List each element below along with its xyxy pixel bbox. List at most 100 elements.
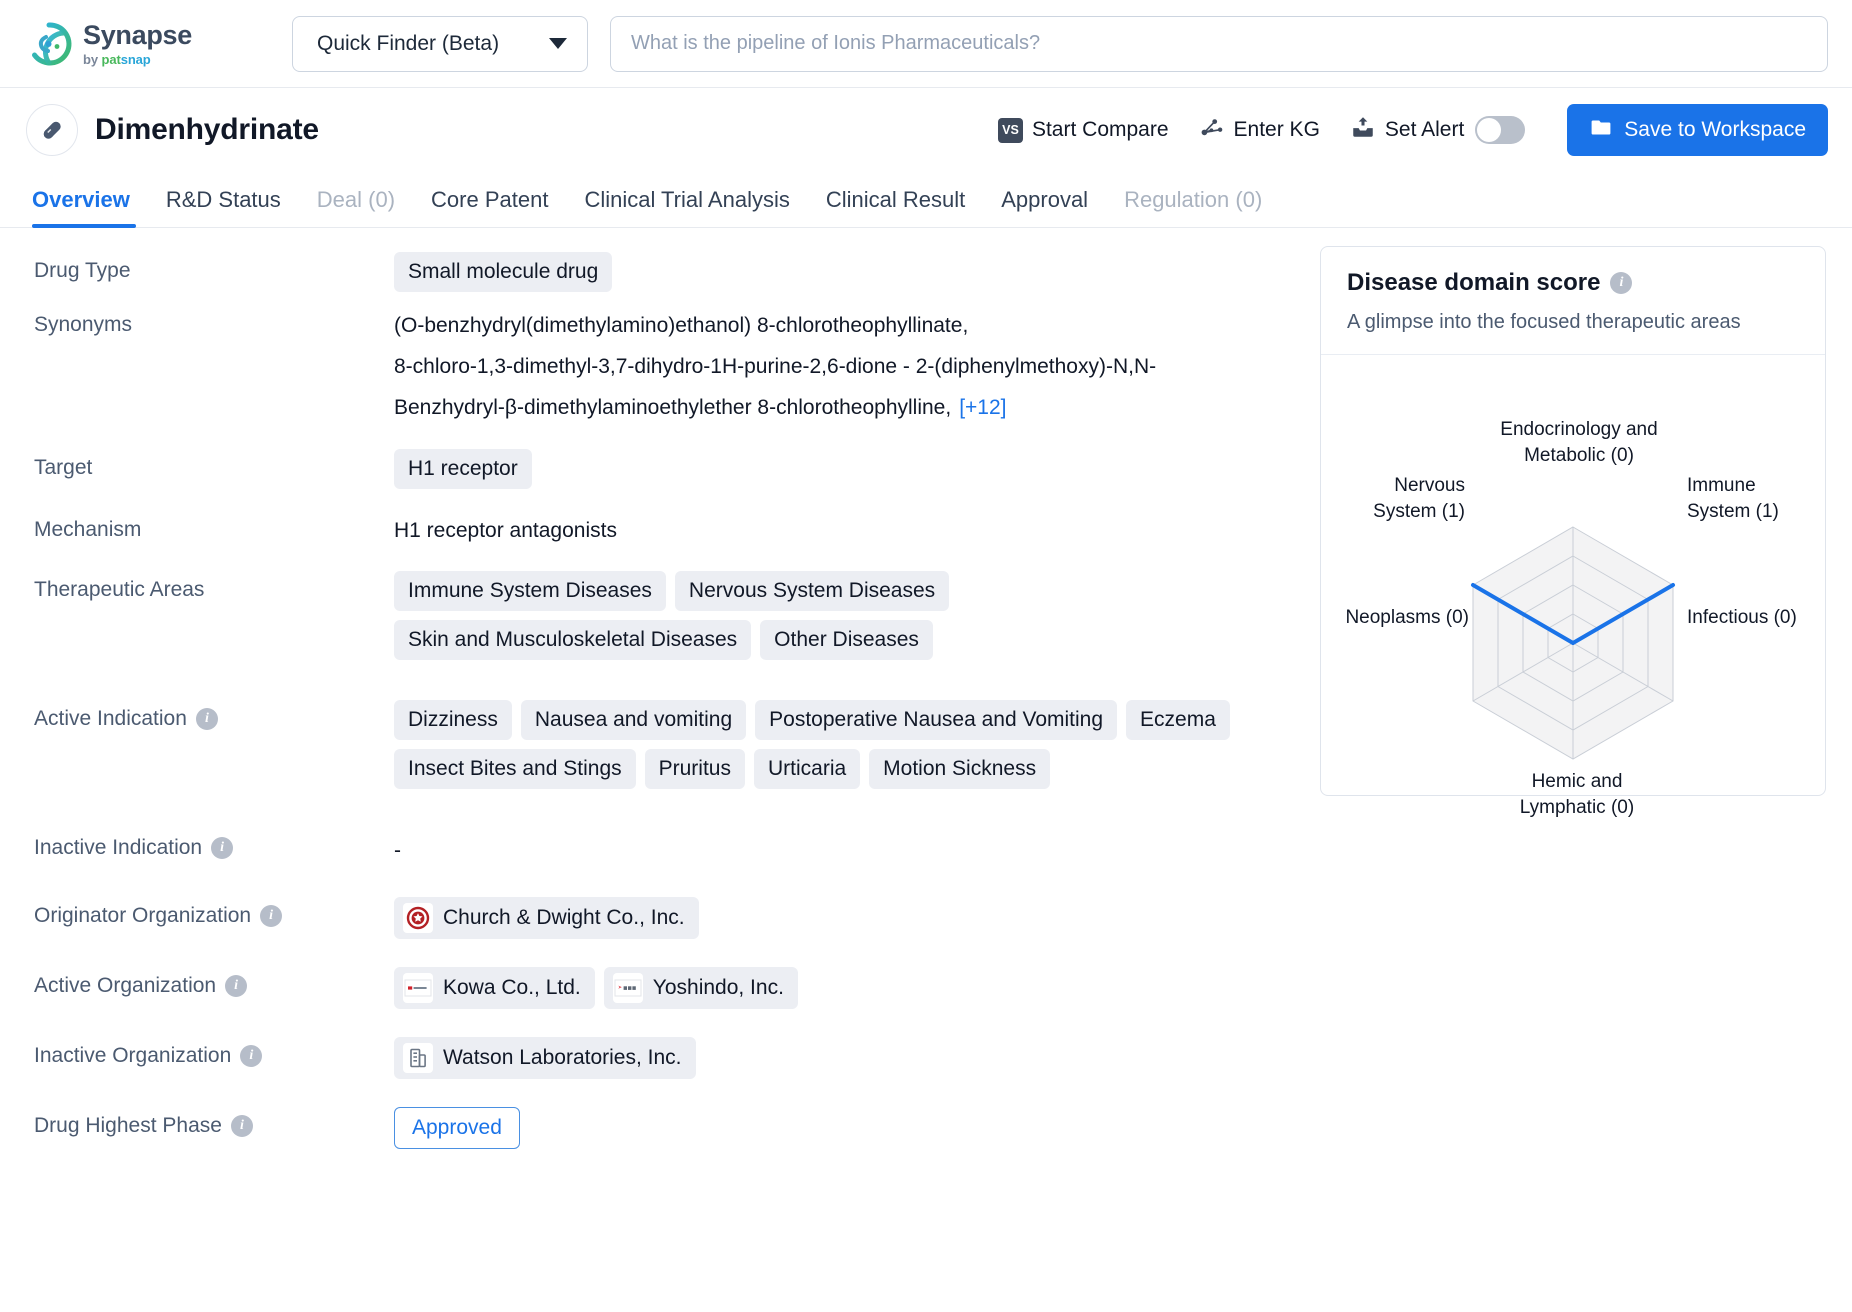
alert-toggle[interactable] — [1475, 116, 1526, 144]
vs-icon: VS — [997, 117, 1023, 143]
field-drug-type: Drug Type Small molecule drug — [34, 246, 1320, 292]
active-indication-chips: Dizziness Nausea and vomiting Postoperat… — [394, 699, 1274, 789]
knowledge-graph-icon — [1199, 114, 1225, 146]
tab-approval[interactable]: Approval — [983, 187, 1106, 227]
church-dwight-logo — [403, 902, 433, 933]
info-icon[interactable]: i — [195, 707, 218, 730]
tab-rd-status[interactable]: R&D Status — [148, 187, 299, 227]
synonyms-text: (O-benzhydryl(dimethylamino)ethanol) 8-c… — [394, 306, 1320, 429]
tab-clinical-result[interactable]: Clinical Result — [808, 187, 983, 227]
radar-chart: Endocrinology and Metabolic (0) Immune S… — [1321, 355, 1825, 818]
tab-overview[interactable]: Overview — [26, 187, 148, 228]
field-label: Mechanism — [34, 517, 142, 541]
chip[interactable]: Postoperative Nausea and Vomiting — [755, 699, 1118, 740]
set-alert-button[interactable]: Set Alert — [1350, 114, 1526, 146]
radar-label-neoplasms: Neoplasms (0) — [1345, 607, 1469, 628]
status-badge[interactable]: Approved — [394, 1106, 520, 1149]
info-icon[interactable]: i — [211, 836, 234, 859]
field-therapeutic-areas: Therapeutic Areas Immune System Diseases… — [34, 565, 1320, 660]
toggle-knob — [1477, 118, 1502, 142]
score-card-title: Disease domain score i — [1347, 269, 1799, 297]
disease-domain-score-card: Disease domain score i A glimpse into th… — [1320, 246, 1826, 818]
field-label-text: Active Organization — [34, 973, 217, 997]
chip[interactable]: Urticaria — [753, 748, 861, 789]
yoshindo-logo — [612, 972, 643, 1003]
radar-label-line1: Endocrinology and — [1500, 419, 1658, 440]
drug-details-list: Drug Type Small molecule drug Synonyms (… — [0, 228, 1320, 1157]
field-label-text: Drug Highest Phase — [34, 1113, 222, 1137]
org-chip[interactable]: Watson Laboratories, Inc. — [394, 1036, 696, 1079]
brand-name: Synapse — [83, 19, 192, 50]
field-label: Drug Highest Phase i — [34, 1101, 394, 1138]
field-active-indication: Active Indication i Dizziness Nausea and… — [34, 694, 1320, 789]
page-title: Dimenhydrinate — [95, 113, 319, 146]
field-inactive-organization: Inactive Organization i Watson Laborator… — [34, 1031, 1320, 1079]
info-icon[interactable]: i — [1610, 272, 1633, 294]
radar-label-line2: Metabolic (0) — [1524, 444, 1634, 466]
radar-label-line2: System (1) — [1687, 500, 1779, 522]
org-name: Yoshindo, Inc. — [652, 975, 784, 999]
score-card-subtitle: A glimpse into the focused therapeutic a… — [1347, 311, 1741, 333]
save-to-workspace-button[interactable]: Save to Workspace — [1567, 104, 1828, 156]
quick-finder-select[interactable]: Quick Finder (Beta) — [292, 15, 588, 72]
chip[interactable]: Immune System Diseases — [394, 570, 666, 611]
tab-deal: Deal (0) — [316, 187, 396, 212]
radar-label-line2: Lymphatic (0) — [1519, 796, 1635, 818]
field-label: Therapeutic Areas — [34, 577, 205, 601]
chip[interactable]: Other Diseases — [760, 619, 933, 660]
info-icon[interactable]: i — [230, 1114, 253, 1137]
field-label-text: Inactive Organization — [34, 1043, 232, 1067]
field-inactive-indication: Inactive Indication i - — [34, 823, 1320, 863]
search-bar[interactable] — [610, 15, 1828, 72]
field-label: Active Indication i — [34, 694, 394, 731]
drug-header: Dimenhydrinate VS Start Compare Enter KG… — [0, 88, 1852, 172]
field-originator-organization: Originator Organization i Church & Dwigh… — [34, 891, 1320, 939]
chip[interactable]: Small molecule drug — [394, 252, 613, 292]
score-card-title-text: Disease domain score — [1347, 269, 1601, 296]
chip[interactable]: H1 receptor — [394, 448, 532, 489]
chip[interactable]: Eczema — [1126, 699, 1230, 740]
field-label: Inactive Indication i — [34, 823, 394, 860]
chip[interactable]: Skin and Musculoskeletal Diseases — [394, 619, 752, 660]
synonyms-more-link[interactable]: [+12] — [959, 396, 1006, 419]
info-icon[interactable]: i — [225, 974, 248, 997]
set-alert-label: Set Alert — [1384, 118, 1465, 141]
tab-core-patent[interactable]: Core Patent — [413, 187, 566, 227]
info-icon[interactable]: i — [240, 1044, 263, 1067]
chip[interactable]: Dizziness — [394, 699, 512, 740]
synapse-logo-icon — [26, 21, 72, 67]
org-chip[interactable]: Church & Dwight Co., Inc. — [394, 896, 699, 939]
radar-label-line1: Immune — [1687, 475, 1756, 496]
inactive-org-chips: Watson Laboratories, Inc. — [394, 1036, 1274, 1079]
field-label-text: Originator Organization — [34, 903, 252, 927]
org-chip[interactable]: Yoshindo, Inc. — [603, 966, 798, 1009]
tab-clinical-trial-analysis[interactable]: Clinical Trial Analysis — [566, 187, 807, 227]
org-chip[interactable]: Kowa Co., Ltd. — [394, 966, 595, 1009]
chip[interactable]: Nervous System Diseases — [674, 570, 950, 611]
start-compare-button[interactable]: VS Start Compare — [997, 117, 1169, 143]
drug-type-chips: Small molecule drug — [394, 252, 1274, 292]
chip[interactable]: Pruritus — [644, 748, 745, 789]
chip[interactable]: Nausea and vomiting — [520, 699, 747, 740]
chip[interactable]: Motion Sickness — [869, 748, 1051, 789]
enter-kg-label: Enter KG — [1233, 118, 1320, 141]
field-label-text: Inactive Indication — [34, 835, 203, 859]
radar-label-endocrinology: Endocrinology and Metabolic (0) — [1493, 417, 1665, 468]
field-mechanism: Mechanism H1 receptor antagonists — [34, 505, 1320, 543]
therapeutic-area-chips: Immune System Diseases Nervous System Di… — [394, 570, 1274, 660]
active-org-chips: Kowa Co., Ltd. Yoshindo, Inc. — [394, 966, 1274, 1009]
field-active-organization: Active Organization i Kowa Co., Ltd. Yos… — [34, 961, 1320, 1009]
info-icon[interactable]: i — [260, 904, 283, 927]
brand-logo[interactable]: Synapse by patsnap — [26, 21, 276, 67]
org-name: Watson Laboratories, Inc. — [443, 1045, 682, 1069]
chip[interactable]: Insect Bites and Stings — [394, 748, 636, 789]
tab-bar: Overview R&D Status Deal (0) Core Patent… — [0, 172, 1852, 228]
radar-label-line1: Hemic and — [1531, 771, 1623, 792]
mechanism-value: H1 receptor antagonists — [394, 518, 617, 542]
synonyms-line-3: Benzhydryl-β-dimethylaminoethylether 8-c… — [394, 395, 952, 419]
search-input[interactable] — [631, 32, 1807, 55]
enter-kg-button[interactable]: Enter KG — [1199, 114, 1320, 146]
field-label: Inactive Organization i — [34, 1031, 394, 1068]
tab-regulation: Regulation (0) — [1124, 187, 1263, 212]
target-chips: H1 receptor — [394, 448, 1274, 489]
